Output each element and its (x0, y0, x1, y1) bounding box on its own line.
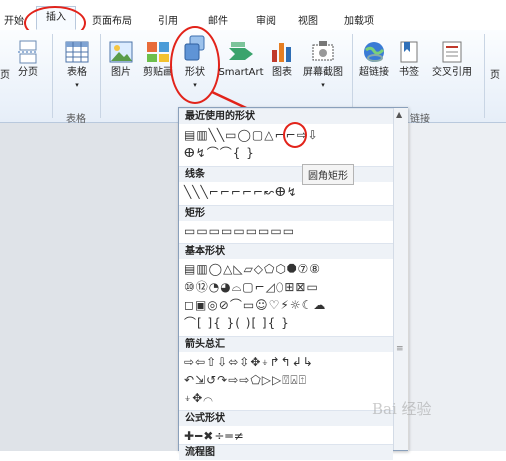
scroll-up-icon[interactable]: ▲ (396, 110, 402, 119)
shape-row-arrows-2[interactable]: ↶⇲↺↷⇨⇨⬠▷▷⍔⍓⍐ (184, 372, 307, 388)
scroll-grip-icon[interactable]: ≡ (396, 344, 404, 354)
section-block-arrows: 箭头总汇 (179, 336, 393, 352)
shape-row-arrows-3[interactable]: ⍖✥⌒ (184, 390, 214, 406)
shape-row-basic-4[interactable]: ⌒[ ]{ }( )[ ]{ } (184, 315, 290, 331)
section-lines: 线条 (179, 166, 393, 182)
shape-row-lines[interactable]: ╲╲╲⌐⌐⌐⌐⌐↜ⴲ↯ (184, 184, 298, 200)
highlight-ring-rounded-rectangle (283, 122, 307, 148)
shape-row-arrows-1[interactable]: ⇨⇦⇧⇩⬄⇳✥⍖↱↰↲↳ (184, 354, 314, 370)
section-rectangles: 矩形 (179, 205, 393, 221)
shape-row-recent-2[interactable]: ⴲ↯⌒⌒{ } (184, 145, 255, 161)
section-equation-shapes: 公式形状 (179, 410, 393, 426)
shape-row-basic-3[interactable]: ◻▣◎⊘⌒▭☺♡⚡☼☾☁ (184, 297, 326, 313)
shape-row-rectangles[interactable]: ▭▭▭▭▭▭▭▭▭ (184, 223, 295, 239)
shape-row-equation[interactable]: ✚━✖÷═≠ (184, 428, 245, 444)
section-basic-shapes: 基本形状 (179, 243, 393, 259)
shape-row-basic-2[interactable]: ⑩⑫◔◕⌓▢⌐◿⬯⊞⊠▭ (184, 279, 319, 295)
section-flowchart: 流程图 (179, 444, 393, 460)
section-recent-shapes: 最近使用的形状 (179, 108, 393, 124)
watermark: Bai 经验 (372, 400, 432, 418)
shape-tooltip: 圆角矩形 (302, 164, 354, 185)
shape-row-basic-1[interactable]: ▤▥◯△◺▱◇⬠⬡⯃⑦⑧ (184, 261, 321, 277)
